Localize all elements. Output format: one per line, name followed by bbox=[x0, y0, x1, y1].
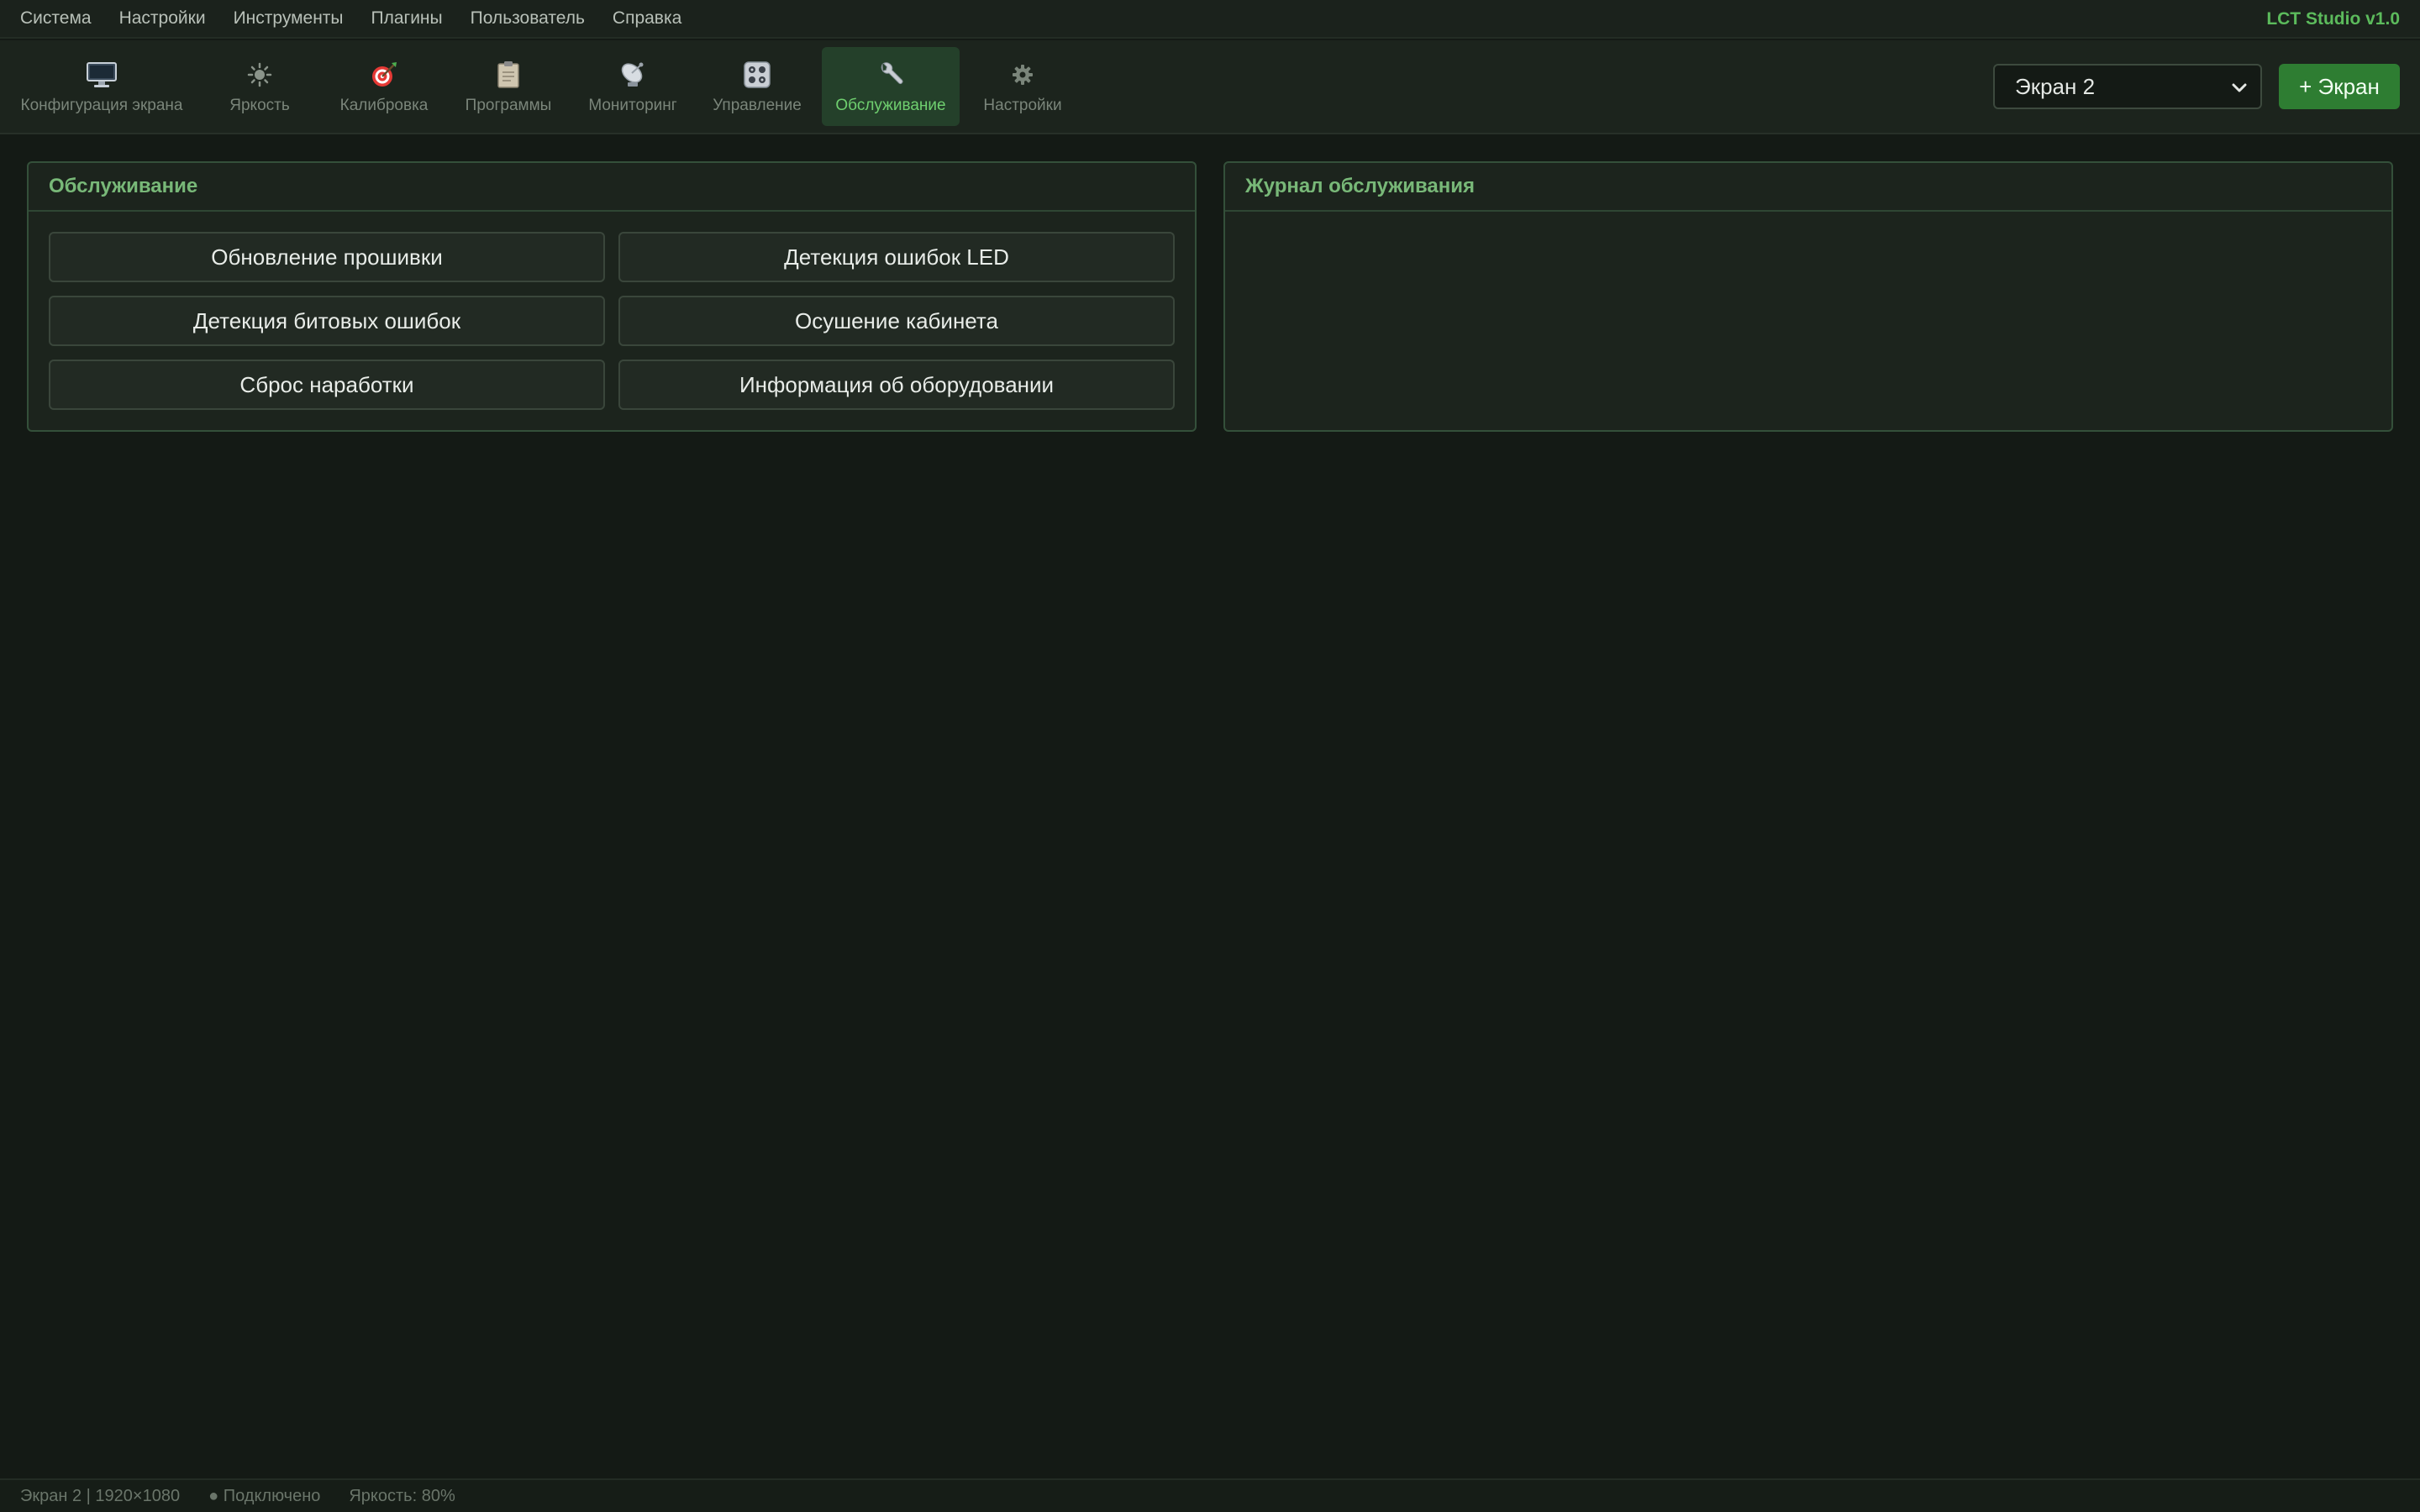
target-icon bbox=[370, 58, 398, 92]
screen-select-value: Экран 2 bbox=[2015, 73, 2096, 99]
chevron-down-icon bbox=[2230, 77, 2249, 103]
menu-tools[interactable]: Инструменты bbox=[234, 8, 344, 29]
add-screen-button[interactable]: + Экран bbox=[2279, 64, 2400, 109]
firmware-update-button[interactable]: Обновление прошивки bbox=[49, 232, 605, 282]
wrench-icon bbox=[877, 58, 904, 92]
led-error-detection-button[interactable]: Детекция ошибок LED bbox=[618, 232, 1175, 282]
toolbar: Конфигурация экрана Яркость Калибровка П… bbox=[0, 40, 2420, 134]
satellite-icon bbox=[618, 58, 648, 92]
gear-icon bbox=[1012, 58, 1034, 92]
cabinet-drying-button[interactable]: Осушение кабинета bbox=[618, 296, 1175, 346]
app-title: LCT Studio v1.0 bbox=[2266, 9, 2400, 29]
tool-label: Мониторинг bbox=[588, 97, 677, 114]
menu-settings[interactable]: Настройки bbox=[119, 8, 206, 29]
menu-user[interactable]: Пользователь bbox=[471, 8, 585, 29]
sun-icon bbox=[247, 58, 272, 92]
maintenance-panel: Обслуживание Обновление прошивки Детекци… bbox=[27, 161, 1197, 432]
screen-select[interactable]: Экран 2 bbox=[1993, 64, 2262, 109]
maintenance-log-panel: Журнал обслуживания bbox=[1223, 161, 2393, 432]
maintenance-panel-title: Обслуживание bbox=[29, 163, 1195, 212]
tool-label: Управление bbox=[713, 97, 802, 114]
tool-label: Яркость bbox=[229, 97, 290, 114]
maintenance-log-content bbox=[1225, 212, 2391, 428]
status-connection: ● Подключено bbox=[208, 1486, 321, 1505]
tool-label: Обслуживание bbox=[835, 97, 946, 114]
tool-calibration[interactable]: Калибровка bbox=[328, 47, 440, 126]
bit-error-detection-button[interactable]: Детекция битовых ошибок bbox=[49, 296, 605, 346]
status-screen-info: Экран 2 | 1920×1080 bbox=[20, 1486, 181, 1505]
tool-control[interactable]: Управление bbox=[702, 47, 812, 126]
status-brightness: Яркость: 80% bbox=[349, 1486, 455, 1505]
tool-programs[interactable]: Программы bbox=[454, 47, 563, 126]
reset-runtime-button[interactable]: Сброс наработки bbox=[49, 360, 605, 410]
menu-plugins[interactable]: Плагины bbox=[371, 8, 443, 29]
tool-settings[interactable]: Настройки bbox=[973, 47, 1072, 126]
tool-label: Настройки bbox=[983, 97, 1062, 114]
maintenance-log-title: Журнал обслуживания bbox=[1225, 163, 2391, 212]
tool-monitoring[interactable]: Мониторинг bbox=[578, 47, 687, 126]
tool-label: Калибровка bbox=[339, 97, 429, 114]
monitor-icon bbox=[86, 58, 118, 92]
status-bar: Экран 2 | 1920×1080 ● Подключено Яркость… bbox=[0, 1478, 2420, 1512]
tool-maintenance[interactable]: Обслуживание bbox=[822, 47, 960, 126]
menu-system[interactable]: Система bbox=[20, 8, 92, 29]
clipboard-icon bbox=[496, 58, 521, 92]
tool-label: Конфигурация экрана bbox=[20, 97, 183, 114]
tool-screen-config[interactable]: Конфигурация экрана bbox=[10, 47, 193, 126]
menu-bar: Система Настройки Инструменты Плагины По… bbox=[0, 0, 2420, 39]
control-panel-icon bbox=[744, 58, 771, 92]
hardware-info-button[interactable]: Информация об оборудовании bbox=[618, 360, 1175, 410]
tool-brightness[interactable]: Яркость bbox=[208, 47, 311, 126]
tool-label: Программы bbox=[465, 97, 552, 114]
menu-help[interactable]: Справка bbox=[613, 8, 681, 29]
